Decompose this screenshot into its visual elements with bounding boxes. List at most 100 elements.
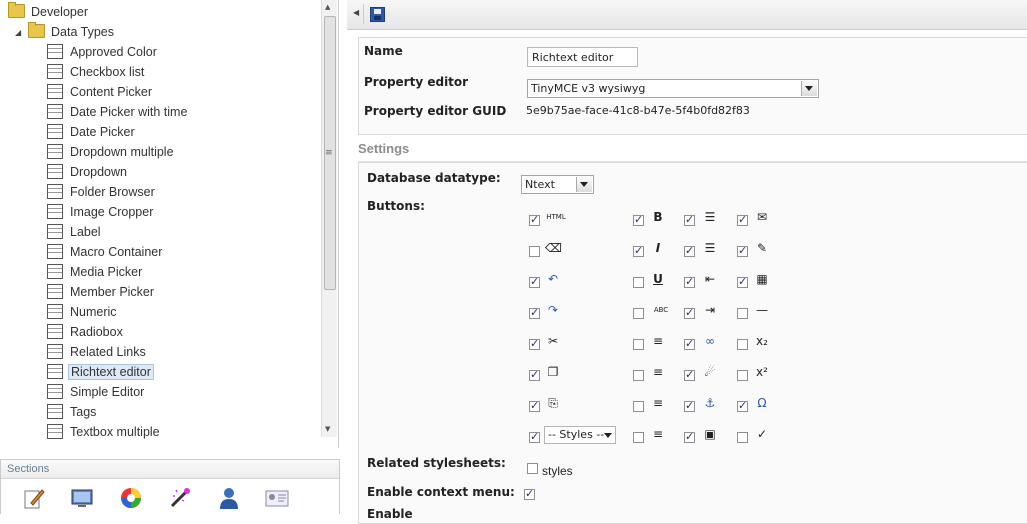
- undo-checkbox[interactable]: [529, 275, 540, 288]
- tree-item[interactable]: Date Picker with time: [47, 102, 189, 122]
- users-section-icon[interactable]: [217, 486, 241, 510]
- tree-item[interactable]: Simple Editor: [47, 382, 146, 402]
- tree-item[interactable]: Label: [47, 222, 103, 242]
- media-section-icon[interactable]: [70, 486, 94, 510]
- tree-item[interactable]: Folder Browser: [47, 182, 157, 202]
- tree-item[interactable]: Approved Color: [47, 42, 159, 62]
- sections-panel: Sections: [0, 459, 340, 514]
- tree-pane: Developer ◢ Data Types Approved Color Che…: [0, 0, 339, 448]
- insert-email-checkbox[interactable]: [737, 213, 748, 226]
- film-checkbox[interactable]: [737, 275, 748, 288]
- tree-item-label: Richtext editor: [68, 364, 154, 380]
- bullet-list-checkbox[interactable]: [684, 213, 695, 226]
- settings-section-icon[interactable]: [119, 486, 143, 510]
- tree-item[interactable]: Tags: [47, 402, 98, 422]
- link-checkbox[interactable]: [684, 337, 695, 350]
- html-checkbox[interactable]: [529, 213, 540, 226]
- cut-checkbox[interactable]: [529, 337, 540, 350]
- datatype-icon: [47, 424, 63, 439]
- tree-folder-data-types[interactable]: Data Types: [28, 22, 116, 42]
- align-left-checkbox[interactable]: [633, 339, 644, 350]
- redo-checkbox[interactable]: [529, 306, 540, 319]
- indent-checkbox[interactable]: [684, 306, 695, 319]
- context-menu-checkbox[interactable]: [524, 487, 535, 500]
- property-editor-value: TinyMCE v3 wysiwyg: [531, 82, 646, 95]
- tree-item-label: Tags: [70, 405, 97, 419]
- image-checkbox[interactable]: [684, 430, 695, 443]
- chevron-down-icon[interactable]: [576, 177, 592, 192]
- collapse-arrow-icon[interactable]: ◢: [15, 28, 21, 37]
- italic-checkbox[interactable]: [633, 244, 644, 257]
- database-datatype-select[interactable]: Ntext: [521, 175, 594, 194]
- horizontal-rule-checkbox[interactable]: [737, 308, 748, 319]
- database-datatype-value: Ntext: [525, 178, 555, 191]
- developer-section-icon[interactable]: [168, 486, 192, 510]
- subscript-checkbox[interactable]: [737, 339, 748, 350]
- anchor-checkbox[interactable]: [684, 399, 695, 412]
- eraser-checkbox[interactable]: [529, 246, 540, 257]
- spellcheck-checkbox[interactable]: [737, 432, 748, 443]
- name-input[interactable]: Richtext editor: [527, 47, 638, 67]
- redo-icon: ↷: [547, 303, 559, 317]
- justify-icon: ≡: [652, 427, 664, 441]
- tree-item[interactable]: Numeric: [47, 302, 119, 322]
- tree-item[interactable]: Dropdown: [47, 162, 129, 182]
- tree-item[interactable]: Content Picker: [47, 82, 154, 102]
- tree-item-label: Media Picker: [70, 265, 143, 279]
- datatype-icon: [47, 344, 63, 359]
- save-icon[interactable]: [370, 7, 385, 22]
- tree-item[interactable]: Date Picker: [47, 122, 137, 142]
- justify-checkbox[interactable]: [633, 432, 644, 443]
- tree-item[interactable]: Radiobox: [47, 322, 125, 342]
- property-editor-select[interactable]: TinyMCE v3 wysiwyg: [527, 79, 819, 98]
- tree-item[interactable]: Media Picker: [47, 262, 144, 282]
- content-section-icon[interactable]: [22, 486, 46, 510]
- property-editor-label: Property editor: [364, 75, 469, 89]
- styles-dropdown[interactable]: -- Styles --: [544, 426, 616, 444]
- name-label: Name: [364, 44, 403, 58]
- tree-item[interactable]: Macro Container: [47, 242, 164, 262]
- tree-item[interactable]: Textbox multiple: [47, 422, 162, 442]
- datatype-icon: [47, 144, 63, 159]
- align-right-checkbox[interactable]: [633, 401, 644, 412]
- copy-checkbox[interactable]: [529, 368, 540, 381]
- members-section-icon[interactable]: [265, 486, 289, 510]
- scroll-down-icon[interactable]: ▼: [325, 425, 330, 433]
- tree-item-label: Date Picker with time: [70, 105, 188, 119]
- styles-dropdown-checkbox[interactable]: [529, 430, 540, 443]
- paste-checkbox[interactable]: [529, 399, 540, 412]
- align-center-checkbox[interactable]: [633, 370, 644, 381]
- tree-item-label: Textbox multiple: [70, 425, 160, 439]
- tree-root[interactable]: Developer: [8, 2, 90, 22]
- datatype-icon: [47, 224, 63, 239]
- tree-item-label: Folder Browser: [70, 185, 155, 199]
- special-char-checkbox[interactable]: [737, 399, 748, 412]
- bold-checkbox[interactable]: [633, 213, 644, 226]
- strikethrough-icon: ABC: [653, 306, 669, 314]
- tree-item[interactable]: Image Cropper: [47, 202, 155, 222]
- superscript-icon: x²: [756, 365, 768, 379]
- underline-checkbox[interactable]: [633, 277, 644, 288]
- unlink-checkbox[interactable]: [684, 368, 695, 381]
- superscript-checkbox[interactable]: [737, 370, 748, 381]
- datatype-icon: [47, 84, 63, 99]
- tree-item[interactable]: Member Picker: [47, 282, 156, 302]
- related-stylesheet-checkbox[interactable]: [527, 463, 538, 474]
- tree-item[interactable]: Dropdown multiple: [47, 142, 176, 162]
- numbered-list-checkbox[interactable]: [684, 244, 695, 257]
- collapse-tree-icon[interactable]: ◀: [353, 8, 359, 17]
- outdent-icon: ⇤: [704, 272, 716, 286]
- edit-form-checkbox[interactable]: [737, 244, 748, 257]
- tree-item[interactable]: Richtext editor: [47, 362, 154, 382]
- tree-item[interactable]: Checkbox list: [47, 62, 146, 82]
- tree-item[interactable]: Related Links: [47, 342, 148, 362]
- chevron-down-icon[interactable]: [801, 81, 817, 96]
- outdent-checkbox[interactable]: [684, 275, 695, 288]
- html-icon: HTML: [546, 213, 566, 221]
- datatype-icon: [47, 364, 63, 379]
- tree-scrollbar[interactable]: ▲ ≡ ▼: [321, 0, 337, 437]
- datatype-icon: [47, 204, 63, 219]
- datatype-icon: [47, 64, 63, 79]
- strikethrough-checkbox[interactable]: [633, 308, 644, 319]
- scroll-up-icon[interactable]: ▲: [325, 3, 330, 11]
